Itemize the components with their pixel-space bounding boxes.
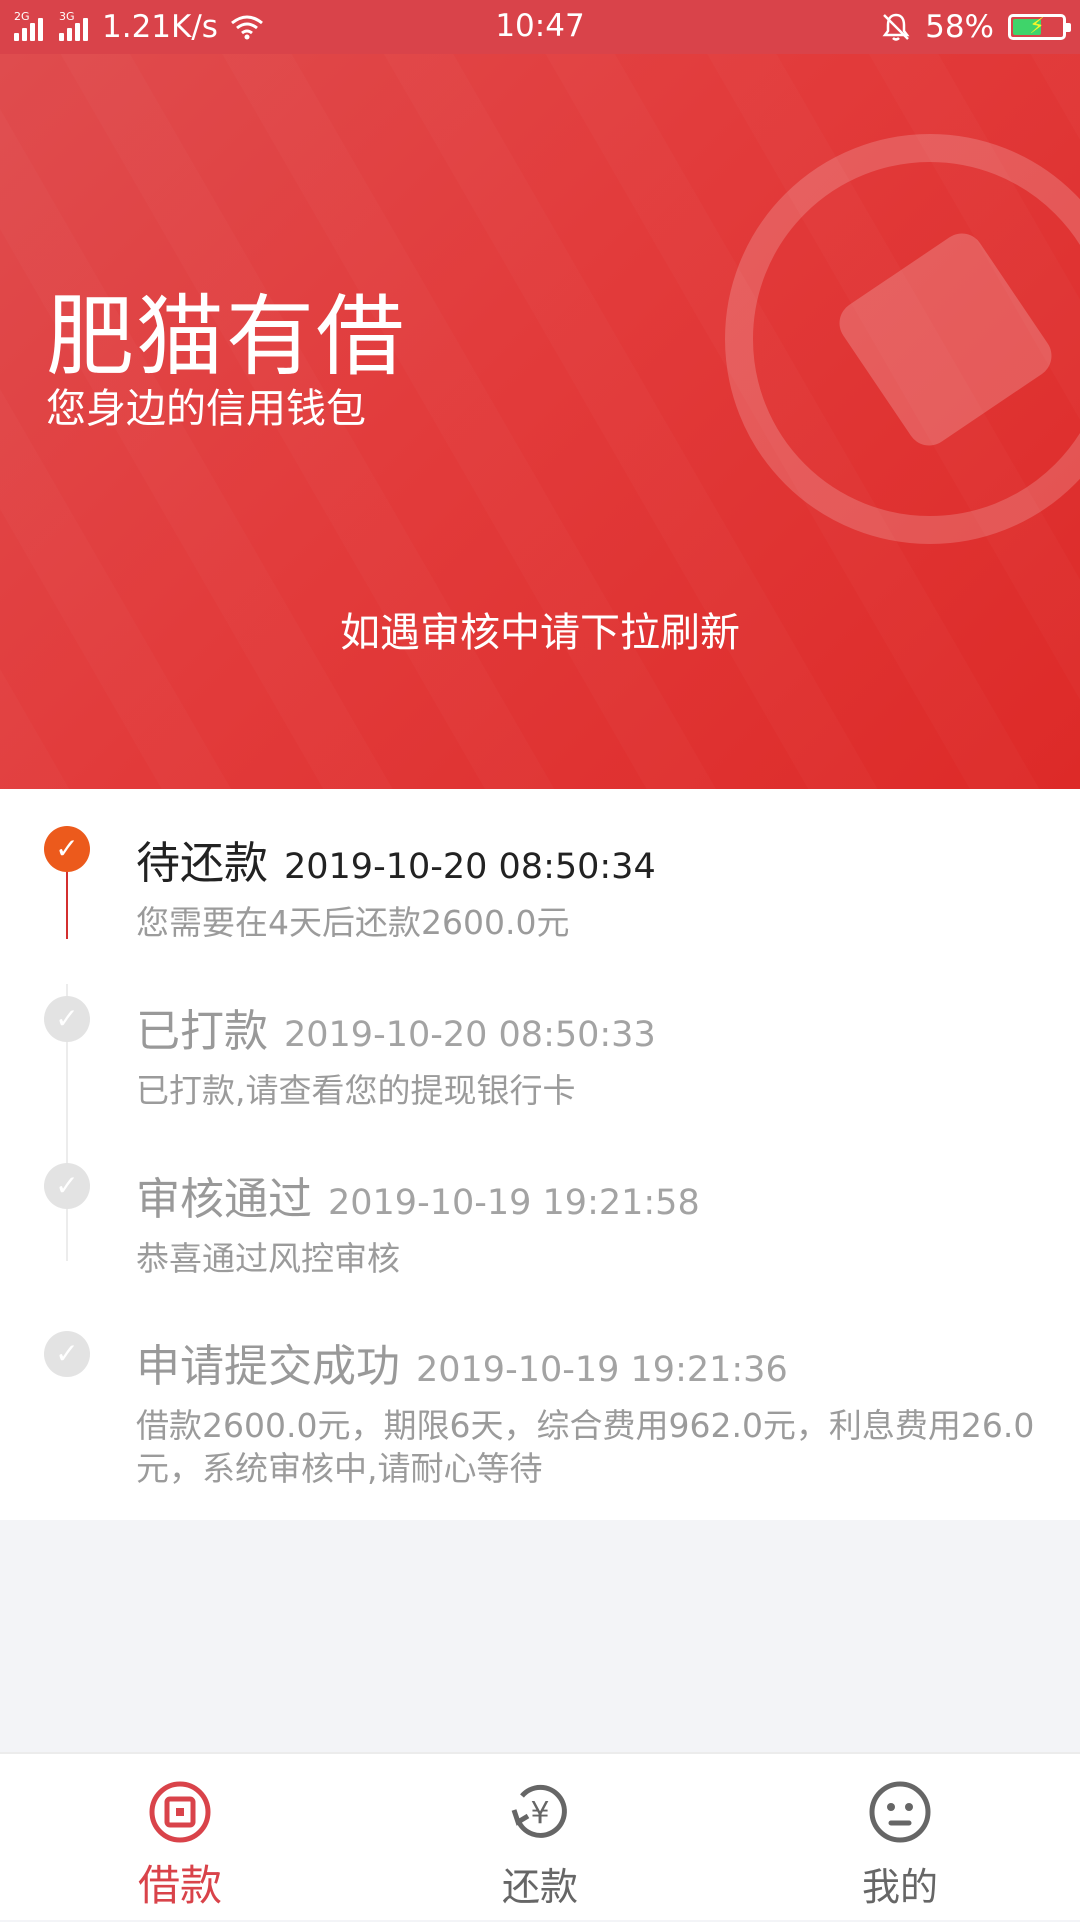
tab-profile-label: 我的 [861, 1865, 938, 1909]
status-bar: 2G 3G 1.21K/s 10:47 58% ⚡ [0, 0, 1080, 54]
alarm-bell-icon [882, 13, 910, 41]
tab-profile[interactable]: 我的 [800, 1754, 1000, 1922]
timeline-timestamp: 2019-10-19 19:21:36 [416, 1350, 788, 1390]
timeline-timestamp: 2019-10-20 08:50:34 [284, 847, 656, 887]
timeline-description: 您需要在4天后还款2600.0元 [136, 903, 570, 942]
profile-face-icon [869, 1781, 931, 1843]
loan-status-timeline: ✓ 待还款 2019-10-20 08:50:34 您需要在4天后还款2600.0… [0, 789, 1080, 1520]
app-title: 肥猫有借 [46, 285, 407, 388]
timeline-item-title: 审核通过 2019-10-19 19:21:58 [136, 1163, 700, 1227]
timeline-description: 恭喜通过风控审核 [136, 1239, 400, 1278]
timeline-item-title: 申请提交成功 2019-10-19 19:21:36 [136, 1330, 788, 1394]
timeline-item-title: 待还款 2019-10-20 08:50:34 [136, 827, 656, 891]
timeline-description: 借款2600.0元，期限6天，综合费用962.0元，利息费用26.0元，系统审核… [136, 1406, 1035, 1488]
timeline-status: 已打款 [136, 1006, 268, 1057]
check-circle-icon: ✓ [44, 996, 90, 1042]
timeline-timestamp: 2019-10-20 08:50:33 [284, 1015, 656, 1055]
bottom-tab-bar: 借款 ¥ 还款 我的 [0, 1752, 1080, 1920]
check-circle-icon: ✓ [44, 1331, 90, 1377]
repay-icon: ¥ [511, 1784, 567, 1838]
timeline-timestamp: 2019-10-19 19:21:58 [328, 1183, 700, 1223]
brand-logo-square [830, 224, 1061, 455]
check-circle-icon: ✓ [44, 1163, 90, 1209]
timeline-status: 待还款 [136, 838, 268, 889]
battery-percent: 58% [925, 9, 994, 45]
battery-icon: ⚡ [1008, 14, 1071, 40]
check-circle-icon: ✓ [44, 826, 90, 872]
timeline-item-title: 已打款 2019-10-20 08:50:33 [136, 995, 656, 1059]
pull-refresh-hint: 如遇审核中请下拉刷新 [340, 610, 740, 656]
timeline-description: 已打款,请查看您的提现银行卡 [136, 1071, 576, 1110]
loan-icon [149, 1781, 211, 1843]
app-subtitle: 您身边的信用钱包 [46, 386, 366, 432]
tab-repay-label: 还款 [501, 1865, 578, 1909]
tab-repay[interactable]: ¥ 还款 [440, 1754, 640, 1922]
timeline-status: 申请提交成功 [136, 1341, 400, 1392]
timeline-status: 审核通过 [136, 1174, 312, 1225]
tab-loan[interactable]: 借款 [80, 1754, 280, 1922]
svg-text:¥: ¥ [530, 1796, 549, 1831]
status-right: 58% ⚡ [881, 0, 1071, 54]
hero-banner: 肥猫有借 您身边的信用钱包 如遇审核中请下拉刷新 [0, 54, 1080, 789]
tab-loan-label: 借款 [137, 1861, 222, 1910]
